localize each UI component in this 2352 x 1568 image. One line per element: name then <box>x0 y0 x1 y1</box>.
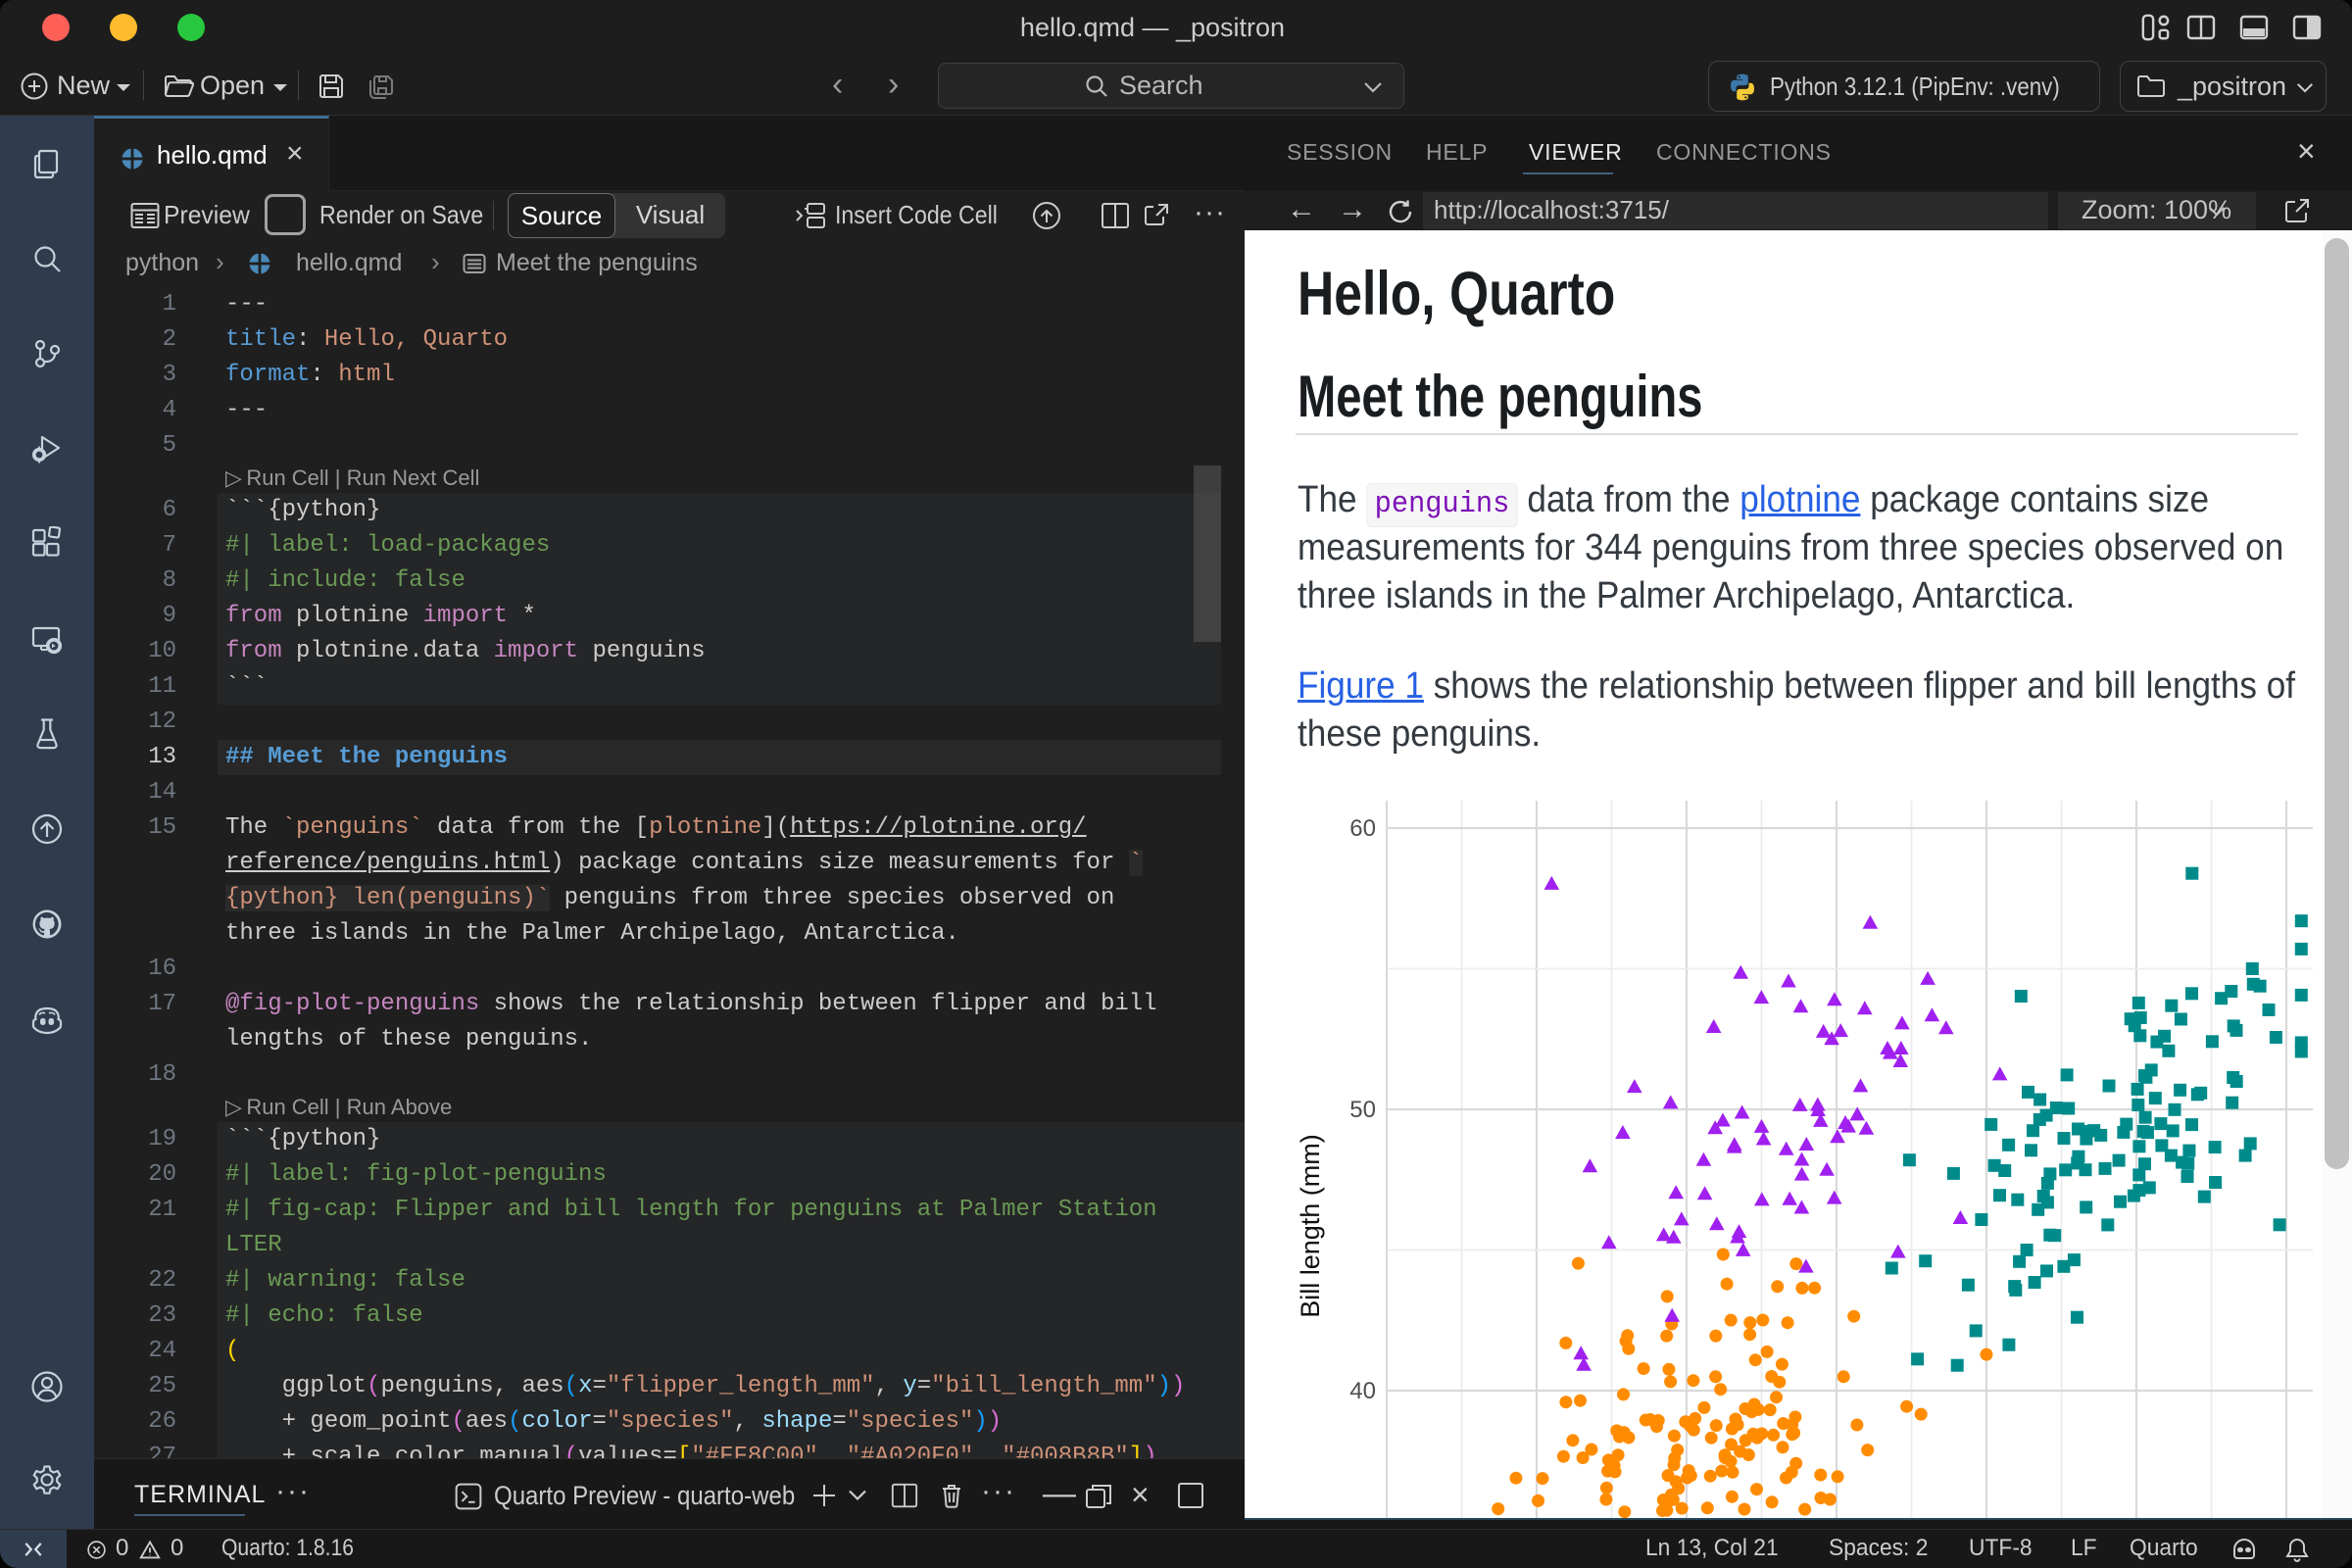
svg-text:Bill length (mm): Bill length (mm) <box>1296 1134 1325 1318</box>
svg-text:60: 60 <box>1349 815 1376 842</box>
svg-text:40: 40 <box>1349 1378 1376 1404</box>
svg-text:50: 50 <box>1349 1097 1376 1123</box>
